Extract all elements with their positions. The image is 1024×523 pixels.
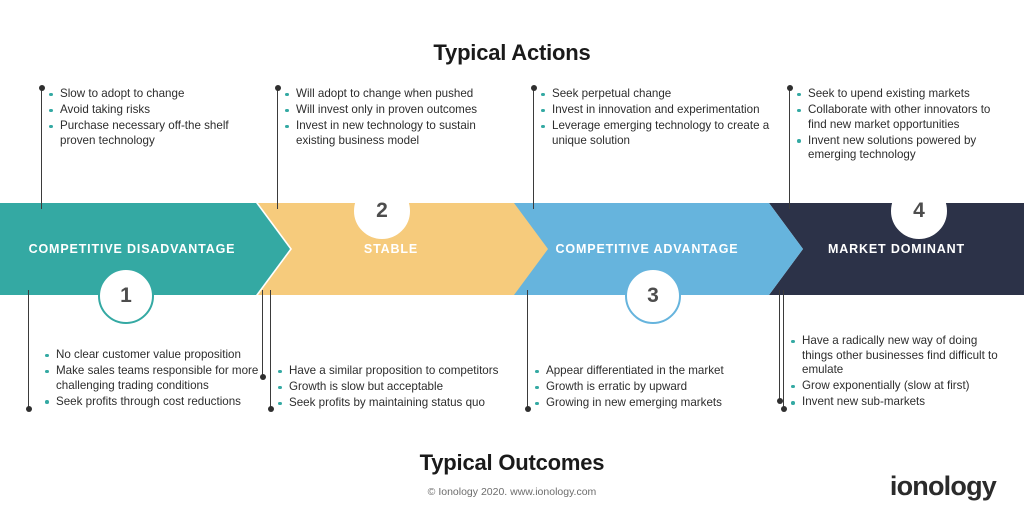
- connector-dot: [25, 406, 32, 412]
- connector-line-top-4: [786, 85, 793, 209]
- bullet-item: Make sales teams responsible for more ch…: [45, 364, 265, 393]
- outcomes-list-4: Have a radically new way of doing things…: [791, 334, 1006, 410]
- outcomes-list-1: No clear customer value proposition Make …: [45, 348, 265, 409]
- bullet-item: Seek to upend existing markets: [797, 87, 997, 102]
- stage-number-badge-1[interactable]: 1: [98, 268, 154, 324]
- stage-label-1: COMPETITIVE DISADVANTAGE: [28, 242, 236, 256]
- actions-block-1: Slow to adopt to change Avoid taking risk…: [49, 87, 259, 150]
- bullet-item: Leverage emerging technology to create a…: [541, 119, 781, 148]
- bullet-item: Seek perpetual change: [541, 87, 781, 102]
- stage-number-badge-3[interactable]: 3: [625, 268, 681, 324]
- stage-number-badge-2[interactable]: 2: [354, 183, 410, 239]
- actions-block-3: Seek perpetual change Invest in innovatio…: [541, 87, 781, 150]
- bullet-item: Have a radically new way of doing things…: [791, 334, 1006, 378]
- connector-dot: [259, 374, 266, 380]
- bullet-item: Will invest only in proven outcomes: [285, 103, 500, 118]
- stage-number-4: 4: [913, 199, 925, 222]
- page-title-outcomes: Typical Outcomes: [419, 450, 605, 475]
- connector-line-bottom-1: [25, 290, 32, 412]
- bullet-item: Seek profits by maintaining status quo: [278, 396, 520, 411]
- bullet-item: Invest in innovation and experimentation: [541, 103, 781, 118]
- outcomes-list-2: Have a similar proposition to competitor…: [278, 364, 520, 411]
- connector-line-bottom-3: [524, 290, 531, 412]
- connector-line-bottom-3b: [776, 290, 783, 404]
- stage-label-4: MARKET DOMINANT: [827, 242, 966, 256]
- bullet-item: Purchase necessary off-the shelf proven …: [49, 119, 259, 148]
- actions-list-4: Seek to upend existing markets Collaborat…: [797, 87, 997, 163]
- stage-number-1: 1: [120, 284, 132, 307]
- connector-line-top-2: [274, 85, 281, 209]
- outcomes-block-2: Have a similar proposition to competitor…: [278, 364, 520, 412]
- bullet-item: Invent new solutions powered by emerging…: [797, 134, 997, 163]
- bullet-item: Appear differentiated in the market: [535, 364, 780, 379]
- outcomes-block-1: No clear customer value proposition Make …: [45, 348, 265, 411]
- connector-line-bottom-1b: [259, 290, 266, 380]
- bullet-item: Growth is slow but acceptable: [278, 380, 520, 395]
- connector-dot: [524, 406, 531, 412]
- stage-label-2: STABLE: [363, 242, 419, 256]
- stage-label-3: COMPETITIVE ADVANTAGE: [555, 242, 739, 256]
- connector-dot: [274, 85, 281, 91]
- page-title-actions: Typical Actions: [433, 40, 591, 65]
- outcomes-block-4: Have a radically new way of doing things…: [791, 334, 1006, 411]
- connector-dot: [530, 85, 537, 91]
- outcomes-list-3: Appear differentiated in the market Growt…: [535, 364, 780, 411]
- connector-dot: [267, 406, 274, 412]
- connector-dot: [780, 406, 787, 412]
- outcomes-block-3: Appear differentiated in the market Growt…: [535, 364, 780, 412]
- actions-list-2: Will adopt to change when pushed Will inv…: [285, 87, 500, 148]
- actions-block-2: Will adopt to change when pushed Will inv…: [285, 87, 500, 150]
- bullet-item: Invest in new technology to sustain exis…: [285, 119, 500, 148]
- bullet-item: Slow to adopt to change: [49, 87, 259, 102]
- stage-arrow-band: MARKET DOMINANT COMPETITIVE ADVANTAGE ST…: [0, 203, 1024, 295]
- stage-number-3: 3: [647, 284, 659, 307]
- connector-dot: [786, 85, 793, 91]
- bullet-item: Will adopt to change when pushed: [285, 87, 500, 102]
- bullet-item: No clear customer value proposition: [45, 348, 265, 363]
- connector-line-top-1: [38, 85, 45, 209]
- bullet-item: Have a similar proposition to competitor…: [278, 364, 520, 379]
- ionology-logo: ionology: [889, 471, 997, 501]
- bullet-item: Growth is erratic by upward: [535, 380, 780, 395]
- stage-number-badge-4[interactable]: 4: [891, 183, 947, 239]
- copyright-text: © Ionology 2020. www.ionology.com: [427, 486, 597, 498]
- bullet-item: Invent new sub-markets: [791, 395, 1006, 410]
- bullet-item: Grow exponentially (slow at first): [791, 379, 1006, 394]
- connector-line-bottom-2: [267, 290, 274, 412]
- actions-list-3: Seek perpetual change Invest in innovatio…: [541, 87, 781, 148]
- connector-dot: [38, 85, 45, 91]
- connector-dot: [776, 398, 783, 404]
- bullet-item: Collaborate with other innovators to fin…: [797, 103, 997, 132]
- actions-list-1: Slow to adopt to change Avoid taking risk…: [49, 87, 259, 148]
- connector-line-bottom-4: [780, 290, 787, 412]
- connector-line-top-3: [530, 85, 537, 209]
- bullet-item: Avoid taking risks: [49, 103, 259, 118]
- bullet-item: Seek profits through cost reductions: [45, 395, 265, 410]
- infographic-canvas: Typical Actions Typical Outcomes © Ionol…: [0, 0, 1024, 523]
- actions-block-4: Seek to upend existing markets Collaborat…: [797, 87, 997, 164]
- bullet-item: Growing in new emerging markets: [535, 396, 780, 411]
- stage-number-2: 2: [376, 199, 388, 222]
